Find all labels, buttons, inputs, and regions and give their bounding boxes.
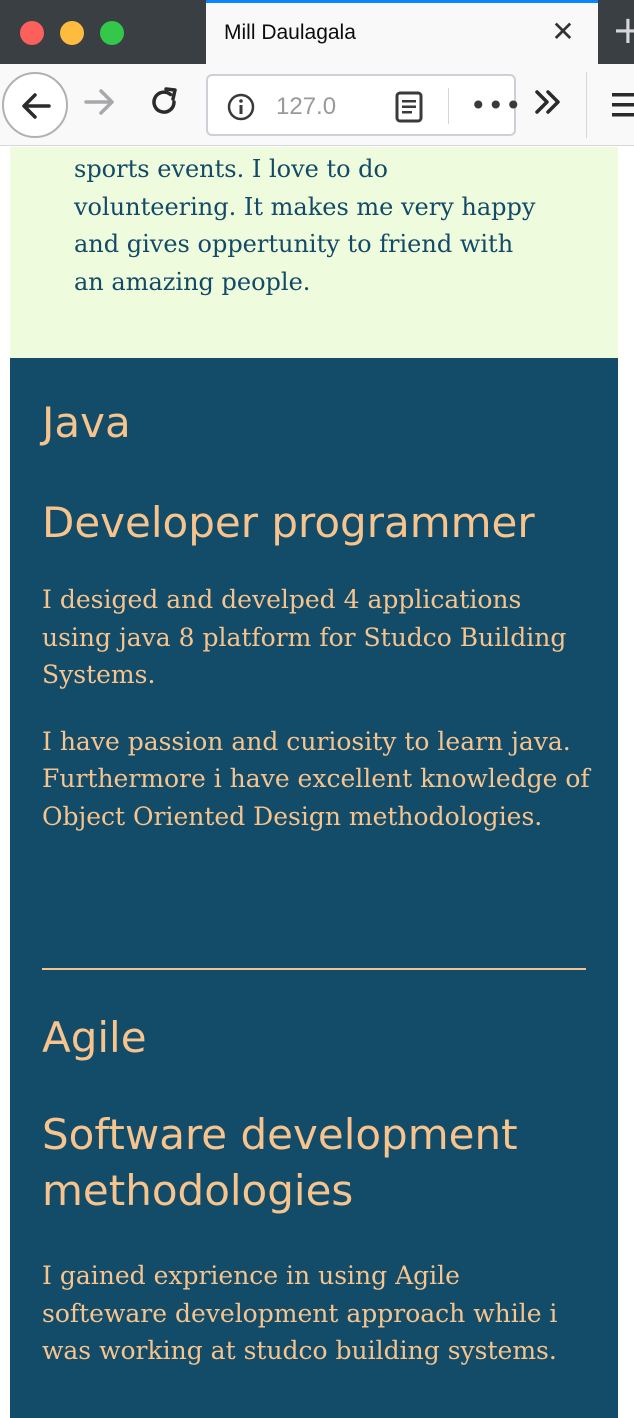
overflow-menu-button[interactable]: [532, 86, 564, 122]
skill-paragraph: I desiged and develped 4 applications us…: [42, 585, 567, 689]
skill-paragraph: I gained exprience in using Agile softew…: [42, 1261, 558, 1365]
reader-view-icon[interactable]: [394, 91, 424, 123]
skills-section: Java Developer programmer I desiged and …: [10, 358, 618, 1418]
skill-agile: Agile Software development methodologies…: [42, 1013, 590, 1370]
browser-tab-active[interactable]: Mill Daulagala ✕: [206, 0, 598, 64]
window-minimize-button[interactable]: [60, 21, 84, 45]
arrow-right-icon: [84, 89, 114, 115]
info-icon[interactable]: [226, 92, 256, 122]
section-divider: [42, 968, 586, 970]
window-maximize-button[interactable]: [100, 21, 124, 45]
browser-navbar: 127.0.0.1 •••: [0, 64, 634, 146]
skill-subtitle: Software development methodologies: [42, 1110, 518, 1215]
skill-subtitle: Developer programmer: [42, 498, 535, 547]
more-actions-icon[interactable]: •••: [470, 92, 523, 120]
intro-section: sports events. I love to do volunteering…: [10, 147, 618, 358]
back-button[interactable]: [2, 72, 68, 138]
skill-name: Agile: [42, 1013, 147, 1062]
skill-name: Java: [42, 398, 131, 447]
url-bar[interactable]: 127.0.0.1 •••: [206, 74, 522, 136]
forward-button[interactable]: [82, 84, 118, 124]
window-close-button[interactable]: [20, 21, 44, 45]
arrow-left-icon: [22, 93, 51, 119]
intro-text: sports events. I love to do volunteering…: [74, 155, 536, 296]
tab-title: Mill Daulagala: [224, 21, 356, 44]
url-bar-divider: [448, 88, 449, 124]
reload-icon: [152, 87, 177, 114]
close-icon[interactable]: ✕: [548, 17, 578, 47]
double-chevron-right-icon: [535, 90, 560, 114]
toolbar-separator: [586, 72, 587, 138]
skill-paragraph: I have passion and curiosity to learn ja…: [42, 726, 590, 831]
hamburger-menu-button[interactable]: [612, 90, 634, 124]
browser-titlebar: Mill Daulagala ✕ +: [0, 0, 634, 64]
new-tab-icon[interactable]: +: [612, 10, 634, 50]
url-text[interactable]: 127.0.0.1: [276, 93, 336, 121]
skill-java: Java Developer programmer I desiged and …: [42, 398, 590, 835]
hamburger-icon: [612, 93, 634, 117]
page-viewport[interactable]: sports events. I love to do volunteering…: [0, 147, 634, 1418]
reload-button[interactable]: [146, 84, 182, 124]
